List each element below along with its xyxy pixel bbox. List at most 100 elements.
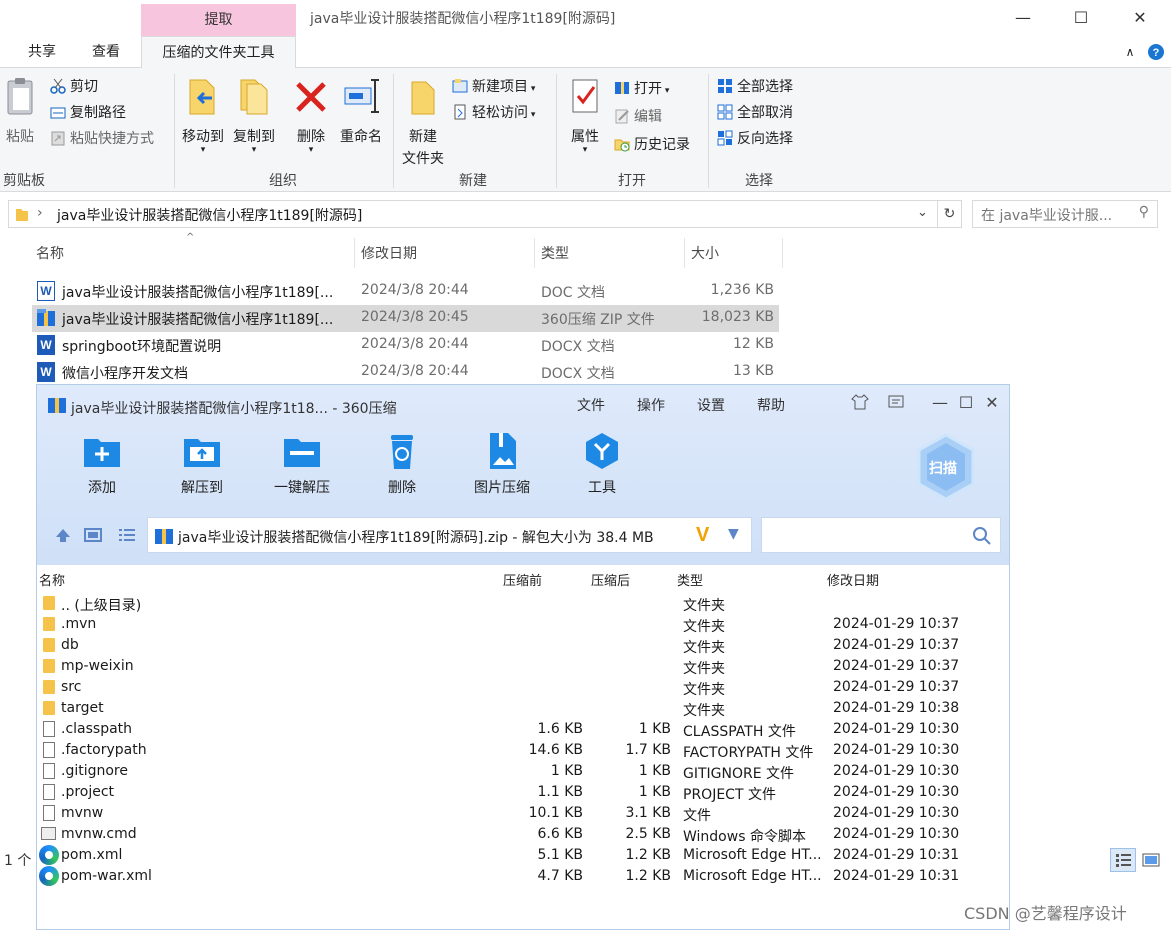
copy-to-button[interactable]: 复制到 ▾ xyxy=(229,76,279,155)
file-row-selected[interactable]: java毕业设计服装搭配微信小程序1t189[... 2024/3/8 20:4… xyxy=(32,305,779,332)
close-button[interactable]: ✕ xyxy=(1117,4,1163,32)
zip-row-name: .mvn xyxy=(61,616,97,632)
tab-compressed-folder-tools[interactable]: 压缩的文件夹工具 xyxy=(141,36,296,69)
zip-row[interactable]: .. (上级目录) 文件夹 xyxy=(37,593,1009,614)
refresh-button[interactable]: ↻ xyxy=(938,200,962,228)
zip-row[interactable]: mvnw.cmd 6.6 KB 2.5 KB Windows 命令脚本 2024-01-… xyxy=(37,824,1009,845)
tools-button[interactable]: 工具 xyxy=(557,431,647,497)
zip-column-after[interactable]: 压缩后 xyxy=(591,570,630,589)
details-view-button[interactable] xyxy=(1110,848,1136,872)
invert-selection-button[interactable]: 反向选择 xyxy=(717,128,793,150)
feedback-icon[interactable] xyxy=(885,393,907,413)
zip-column-date[interactable]: 修改日期 xyxy=(827,570,879,589)
zip-row-name: mvnw.cmd xyxy=(61,826,137,842)
zip-row[interactable]: db 文件夹 2024-01-29 10:37 xyxy=(37,635,1009,656)
ribbon-divider xyxy=(556,74,557,188)
zip-column-type[interactable]: 类型 xyxy=(677,570,703,589)
delete-button[interactable]: 删除 ▾ xyxy=(291,76,331,155)
list-view-icon[interactable] xyxy=(117,525,139,547)
menu-operate[interactable]: 操作 xyxy=(637,395,665,415)
zip-row[interactable]: pom.xml 5.1 KB 1.2 KB Microsoft Edge HT... 2… xyxy=(37,845,1009,866)
thumbnail-view-icon[interactable] xyxy=(83,525,105,547)
skin-tshirt-icon[interactable] xyxy=(849,393,871,413)
zip-delete-button[interactable]: 删除 xyxy=(357,431,447,497)
select-none-button[interactable]: 全部取消 xyxy=(717,102,793,124)
properties-button[interactable]: 属性 ▾ xyxy=(564,76,606,155)
rename-button[interactable]: 重命名 xyxy=(336,76,386,146)
menu-help[interactable]: 帮助 xyxy=(757,395,785,415)
zip-close-button[interactable]: ✕ xyxy=(981,393,1003,413)
history-button[interactable]: 历史记录 xyxy=(614,134,690,156)
tab-share[interactable]: 共享 xyxy=(14,36,70,68)
zip-row-type: FACTORYPATH 文件 xyxy=(683,745,814,761)
chevron-down-icon[interactable]: ⌄ xyxy=(917,205,928,220)
paste-shortcut-button[interactable]: 粘贴快捷方式 xyxy=(50,128,154,150)
path-dropdown-icon[interactable]: ▼ xyxy=(728,526,739,542)
one-click-extract-button[interactable]: 一键解压 xyxy=(257,431,347,497)
move-to-button[interactable]: 移动到 ▾ xyxy=(178,76,228,155)
copy-path-button[interactable]: 复制路径 xyxy=(50,102,126,124)
address-bar[interactable]: › java毕业设计服装搭配微信小程序1t189[附源码] ⌄ xyxy=(8,200,938,228)
open-button[interactable]: 打开 ▾ xyxy=(614,78,669,100)
search-placeholder: 在 java毕业设计服... xyxy=(981,208,1113,224)
help-icon[interactable]: ? xyxy=(1145,36,1167,68)
column-header-size[interactable]: 大小 xyxy=(691,240,719,268)
file-row[interactable]: W springboot环境配置说明 2024/3/8 20:44 DOCX 文… xyxy=(32,332,779,359)
extract-to-button[interactable]: 解压到 xyxy=(157,431,247,497)
easy-access-button[interactable]: 轻松访问 ▾ xyxy=(452,102,535,124)
edit-button[interactable]: 编辑 xyxy=(614,106,662,128)
menu-settings[interactable]: 设置 xyxy=(697,395,725,415)
zip-row[interactable]: mp-weixin 文件夹 2024-01-29 10:37 xyxy=(37,656,1009,677)
column-header-date[interactable]: 修改日期 xyxy=(361,240,417,268)
zip-row-date: 2024-01-29 10:37 xyxy=(833,637,960,653)
zip-column-before[interactable]: 压缩前 xyxy=(503,570,542,589)
zip-row-name: .factorypath xyxy=(61,742,147,758)
new-folder-button[interactable]: 新建 文件夹 xyxy=(396,76,450,168)
collapse-ribbon-icon[interactable]: ∧ xyxy=(1120,36,1140,68)
menu-file[interactable]: 文件 xyxy=(577,395,605,415)
zip-row[interactable]: .project 1.1 KB 1 KB PROJECT 文件 2024-01-29 1… xyxy=(37,782,1009,803)
zip-row[interactable]: .gitignore 1 KB 1 KB GITIGNORE 文件 2024-01-29… xyxy=(37,761,1009,782)
image-compress-button[interactable]: 图片压缩 xyxy=(457,431,547,497)
zip-row[interactable]: mvnw 10.1 KB 3.1 KB 文件 2024-01-29 10:30 xyxy=(37,803,1009,824)
select-all-button[interactable]: 全部选择 xyxy=(717,76,793,98)
maximize-button[interactable]: ☐ xyxy=(1058,4,1104,32)
zip-row[interactable]: .factorypath 14.6 KB 1.7 KB FACTORYPATH 文件 2… xyxy=(37,740,1009,761)
zip-search-input[interactable] xyxy=(761,517,1001,553)
image-compress-label: 图片压缩 xyxy=(474,480,530,496)
zip-row-type: GITIGNORE 文件 xyxy=(683,766,795,782)
zip-row-type: Microsoft Edge HT... xyxy=(683,847,822,863)
zip-row[interactable]: src 文件夹 2024-01-29 10:37 xyxy=(37,677,1009,698)
tab-view[interactable]: 查看 xyxy=(78,36,134,68)
scan-label[interactable]: 扫描 xyxy=(929,458,957,478)
zip-column-name[interactable]: 名称 xyxy=(39,570,65,589)
zip-row[interactable]: .mvn 文件夹 2024-01-29 10:37 xyxy=(37,614,1009,635)
up-level-icon[interactable] xyxy=(53,525,75,547)
cut-button[interactable]: 剪切 xyxy=(50,76,98,98)
zip-path-bar[interactable]: java毕业设计服装搭配微信小程序1t189[附源码].zip - 解包大小为 … xyxy=(147,517,752,553)
zip-row-name: pom-war.xml xyxy=(61,868,152,884)
copy-to-icon xyxy=(229,76,279,120)
file-row[interactable]: W java毕业设计服装搭配微信小程序1t189[... 2024/3/8 20… xyxy=(32,278,779,305)
paste-button[interactable]: 粘贴 xyxy=(2,76,38,146)
large-icons-view-button[interactable] xyxy=(1138,848,1164,872)
zip-row[interactable]: pom-war.xml 4.7 KB 1.2 KB Microsoft Edge HT… xyxy=(37,866,1009,887)
file-type: DOCX 文档 xyxy=(541,366,615,382)
column-header-name[interactable]: 名称 xyxy=(36,240,64,268)
zip-row[interactable]: .classpath 1.6 KB 1 KB CLASSPATH 文件 2024-01-… xyxy=(37,719,1009,740)
clipboard-icon xyxy=(2,76,38,120)
zip-row[interactable]: target 文件夹 2024-01-29 10:38 xyxy=(37,698,1009,719)
add-button[interactable]: 添加 xyxy=(57,431,147,497)
column-header-type[interactable]: 类型 xyxy=(541,240,569,268)
folder-icon xyxy=(43,701,55,715)
search-input[interactable]: 在 java毕业设计服... ⚲ xyxy=(972,200,1158,228)
copy-path-icon xyxy=(50,104,66,120)
new-item-icon xyxy=(452,78,468,94)
context-tab-extract[interactable]: 提取 xyxy=(141,4,296,36)
zip-minimize-button[interactable]: — xyxy=(929,393,951,413)
zip-maximize-button[interactable]: ☐ xyxy=(955,393,977,413)
file-row[interactable]: W 微信小程序开发文档 2024/3/8 20:44 DOCX 文档 13 KB xyxy=(32,359,779,386)
minimize-button[interactable]: — xyxy=(1000,4,1046,32)
invert-selection-icon xyxy=(717,130,733,146)
new-item-button[interactable]: 新建项目 ▾ xyxy=(452,76,535,98)
